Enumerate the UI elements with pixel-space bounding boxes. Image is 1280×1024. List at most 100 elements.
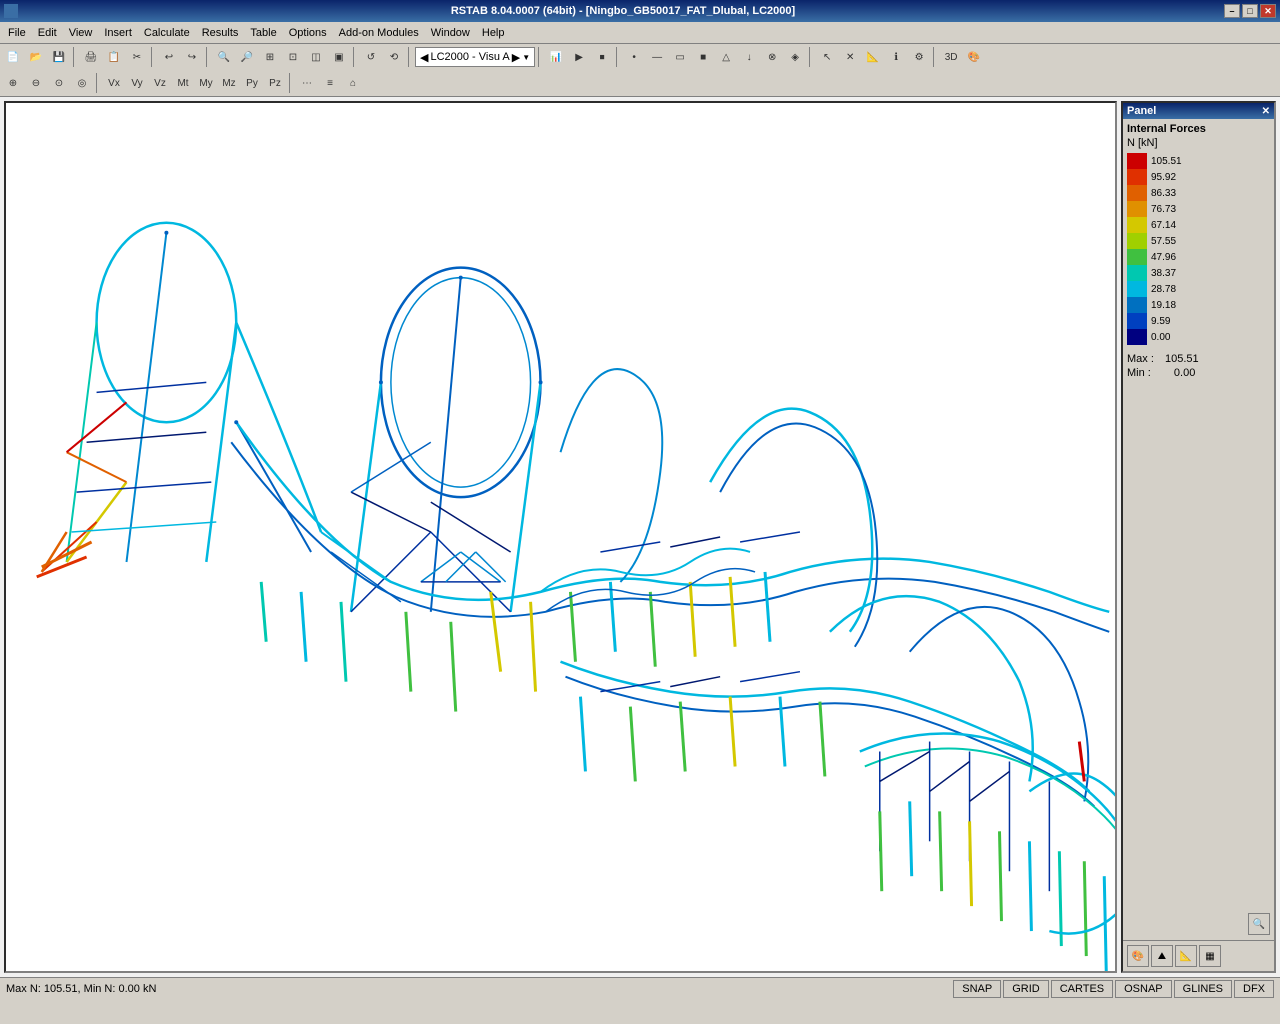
toolbars: 📄 📂 💾 🖨 📋 ✂ ↩ ↪ 🔍 🔎 ⊞ ⊡ ◫ ▣ ↺ ⟲ ◀ LC2000… bbox=[0, 44, 1280, 97]
lc-arrow[interactable]: ▼ bbox=[522, 53, 530, 62]
panel-close-button[interactable]: ✕ bbox=[1262, 106, 1270, 117]
tb2-1[interactable]: ⊕ bbox=[2, 72, 24, 94]
titlebar-controls[interactable]: – □ ✕ bbox=[1224, 4, 1276, 18]
tb-results[interactable]: 📊 bbox=[545, 46, 567, 68]
window-title: RSTAB 8.04.0007 (64bit) - [Ningbo_GB5001… bbox=[22, 5, 1224, 17]
tb2-2[interactable]: ⊖ bbox=[25, 72, 47, 94]
panel-model-btn[interactable]: ⛰ bbox=[1151, 945, 1173, 967]
menu-results[interactable]: Results bbox=[196, 25, 245, 41]
panel-bars-btn[interactable]: ▦ bbox=[1199, 945, 1221, 967]
glines-button[interactable]: GLINES bbox=[1174, 980, 1232, 998]
tb2-3[interactable]: ⊙ bbox=[48, 72, 70, 94]
tb2-8[interactable]: Mt bbox=[172, 72, 194, 94]
tb2-12[interactable]: Pz bbox=[264, 72, 286, 94]
tb-btn2[interactable]: 📋 bbox=[103, 46, 125, 68]
tb-load[interactable]: ↓ bbox=[738, 46, 760, 68]
tb-solid[interactable]: ■ bbox=[692, 46, 714, 68]
menu-addon[interactable]: Add-on Modules bbox=[333, 25, 425, 41]
tb-support[interactable]: △ bbox=[715, 46, 737, 68]
menu-edit[interactable]: Edit bbox=[32, 25, 63, 41]
menu-table[interactable]: Table bbox=[244, 25, 282, 41]
menu-options[interactable]: Options bbox=[283, 25, 333, 41]
cartes-button[interactable]: CARTES bbox=[1051, 980, 1113, 998]
tb-sep-1 bbox=[73, 47, 77, 67]
minimize-button[interactable]: – bbox=[1224, 4, 1240, 18]
panel: Panel ✕ Internal Forces N [kN] 105.5195.… bbox=[1121, 101, 1276, 973]
tb-new[interactable]: 📄 bbox=[2, 46, 24, 68]
tb2-5[interactable]: Vx bbox=[103, 72, 125, 94]
min-value: 0.00 bbox=[1174, 367, 1195, 379]
close-button[interactable]: ✕ bbox=[1260, 4, 1276, 18]
tb2-15[interactable]: ⌂ bbox=[342, 72, 364, 94]
menu-insert[interactable]: Insert bbox=[98, 25, 138, 41]
menu-file[interactable]: File bbox=[2, 25, 32, 41]
tb-btn10[interactable]: ▣ bbox=[328, 46, 350, 68]
menu-help[interactable]: Help bbox=[476, 25, 511, 41]
tb-print[interactable]: 🖨 bbox=[80, 46, 102, 68]
scale-label-5: 57.55 bbox=[1151, 233, 1182, 249]
scale-color-10 bbox=[1127, 313, 1147, 329]
tb-undo[interactable]: ↩ bbox=[158, 46, 180, 68]
menu-view[interactable]: View bbox=[63, 25, 99, 41]
scale-label-3: 76.73 bbox=[1151, 201, 1182, 217]
tb-btn3[interactable]: ✂ bbox=[126, 46, 148, 68]
lc-next[interactable]: ▶ bbox=[512, 51, 520, 64]
tb2-6[interactable]: Vy bbox=[126, 72, 148, 94]
tb-zoom-fit[interactable]: ⊞ bbox=[259, 46, 281, 68]
tb-stop[interactable]: ⏹ bbox=[591, 46, 613, 68]
panel-lines-btn[interactable]: 📐 bbox=[1175, 945, 1197, 967]
tb-section[interactable]: ⊗ bbox=[761, 46, 783, 68]
grid-button[interactable]: GRID bbox=[1003, 980, 1049, 998]
menu-window[interactable]: Window bbox=[425, 25, 476, 41]
dfx-button[interactable]: DFX bbox=[1234, 980, 1274, 998]
tb-btn8[interactable]: ⊡ bbox=[282, 46, 304, 68]
scale-color-0 bbox=[1127, 153, 1147, 169]
panel-title-label: Panel bbox=[1127, 105, 1156, 117]
tb-node[interactable]: • bbox=[623, 46, 645, 68]
scale-label-0: 105.51 bbox=[1151, 153, 1182, 169]
scale-label-7: 38.37 bbox=[1151, 265, 1182, 281]
maximize-button[interactable]: □ bbox=[1242, 4, 1258, 18]
tb2-4[interactable]: ◎ bbox=[71, 72, 93, 94]
max-min-display: Max : 105.51 Min : 0.00 bbox=[1127, 353, 1270, 379]
tb-select[interactable]: ↖ bbox=[816, 46, 838, 68]
scale-color-3 bbox=[1127, 201, 1147, 217]
menu-calculate[interactable]: Calculate bbox=[138, 25, 196, 41]
tb2-14[interactable]: ≡ bbox=[319, 72, 341, 94]
tb-sep-2 bbox=[151, 47, 155, 67]
canvas-area[interactable]: .m-red { stroke: #cc0000; } .m-orange-re… bbox=[4, 101, 1117, 973]
tb-btn9[interactable]: ◫ bbox=[305, 46, 327, 68]
tb-render[interactable]: 🎨 bbox=[963, 46, 985, 68]
tb-redo[interactable]: ↪ bbox=[181, 46, 203, 68]
tb2-9[interactable]: My bbox=[195, 72, 217, 94]
tb-open[interactable]: 📂 bbox=[25, 46, 47, 68]
tb-info[interactable]: ℹ bbox=[885, 46, 907, 68]
tb-run[interactable]: ▶ bbox=[568, 46, 590, 68]
tb-rotate[interactable]: ↺ bbox=[360, 46, 382, 68]
osnap-button[interactable]: OSNAP bbox=[1115, 980, 1172, 998]
tb-save[interactable]: 💾 bbox=[48, 46, 70, 68]
lc-dropdown[interactable]: ◀ LC2000 - Visu A ▶ ▼ bbox=[415, 47, 535, 67]
tb2-13[interactable]: ⋯ bbox=[296, 72, 318, 94]
lc-prev[interactable]: ◀ bbox=[420, 51, 428, 64]
snap-button[interactable]: SNAP bbox=[953, 980, 1001, 998]
tb-btn12[interactable]: ⟲ bbox=[383, 46, 405, 68]
panel-color-btn[interactable]: 🎨 bbox=[1127, 945, 1149, 967]
scale-label-6: 47.96 bbox=[1151, 249, 1182, 265]
scale-label-4: 67.14 bbox=[1151, 217, 1182, 233]
tb-plate[interactable]: ▭ bbox=[669, 46, 691, 68]
panel-bottom-toolbar: 🎨 ⛰ 📐 ▦ bbox=[1123, 940, 1274, 971]
tb-3d[interactable]: 3D bbox=[940, 46, 962, 68]
tb-cross[interactable]: ✕ bbox=[839, 46, 861, 68]
tb2-7[interactable]: Vz bbox=[149, 72, 171, 94]
tb-member[interactable]: — bbox=[646, 46, 668, 68]
tb2-10[interactable]: Mz bbox=[218, 72, 240, 94]
tb-measure[interactable]: 📐 bbox=[862, 46, 884, 68]
tb-settings[interactable]: ⚙ bbox=[908, 46, 930, 68]
tb-zoom-in[interactable]: 🔍 bbox=[213, 46, 235, 68]
tb-material[interactable]: ◈ bbox=[784, 46, 806, 68]
tb-zoom-out[interactable]: 🔎 bbox=[236, 46, 258, 68]
tb2-11[interactable]: Py bbox=[241, 72, 263, 94]
panel-search-button[interactable]: 🔍 bbox=[1248, 913, 1270, 935]
panel-content: Internal Forces N [kN] 105.5195.9286.337… bbox=[1123, 119, 1274, 971]
